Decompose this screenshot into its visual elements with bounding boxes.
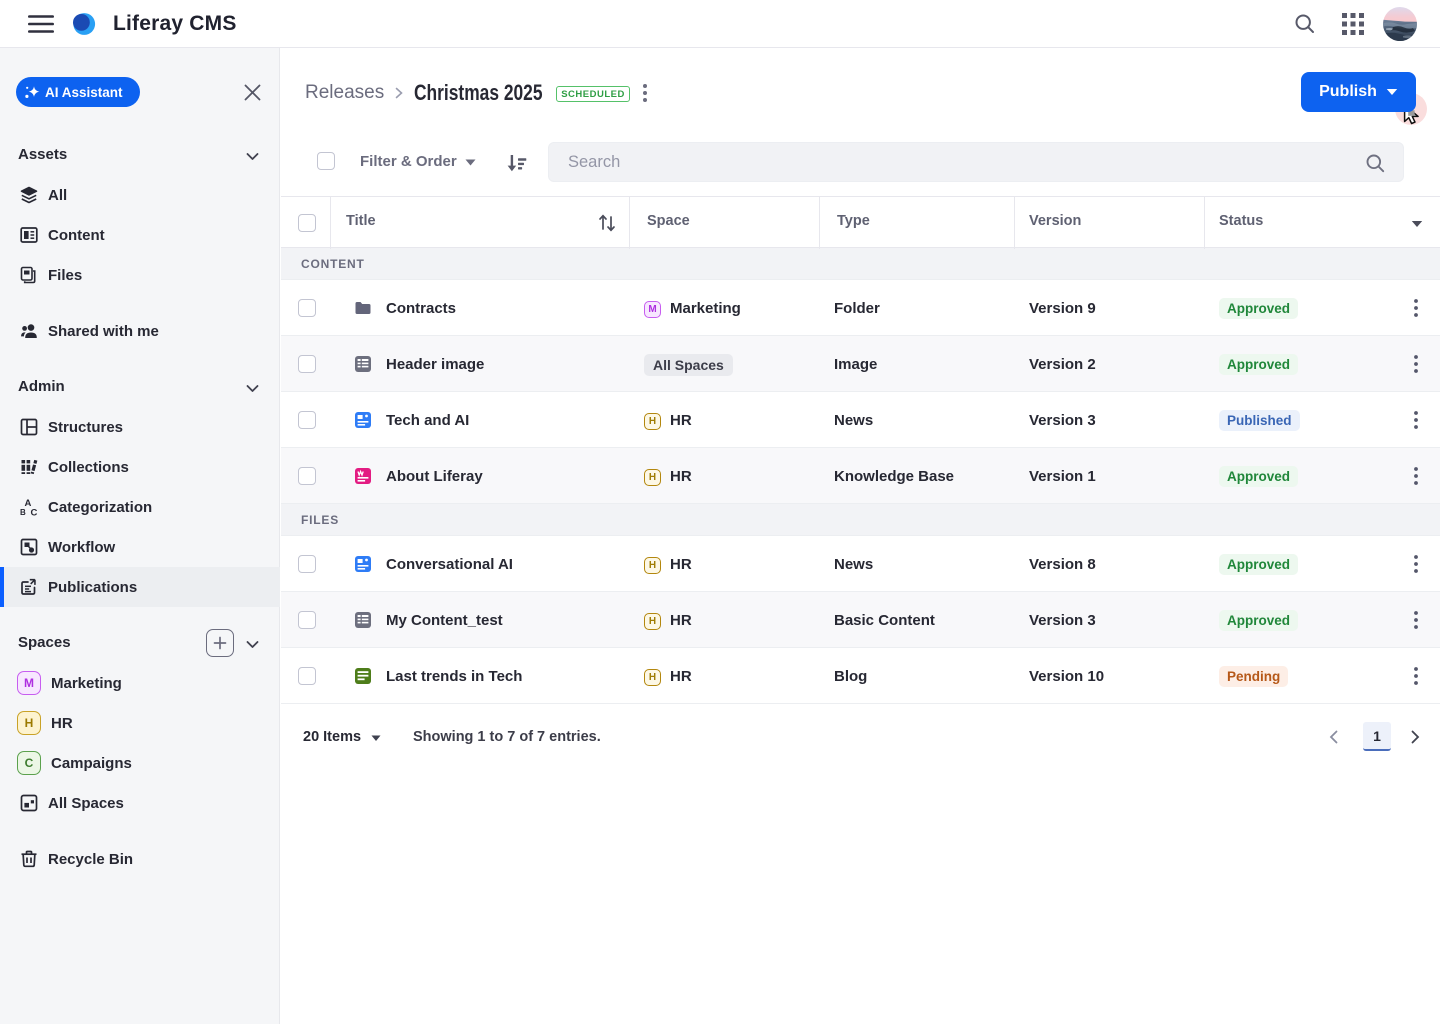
svg-text:B: B <box>20 508 26 516</box>
svg-text:C: C <box>31 508 38 517</box>
